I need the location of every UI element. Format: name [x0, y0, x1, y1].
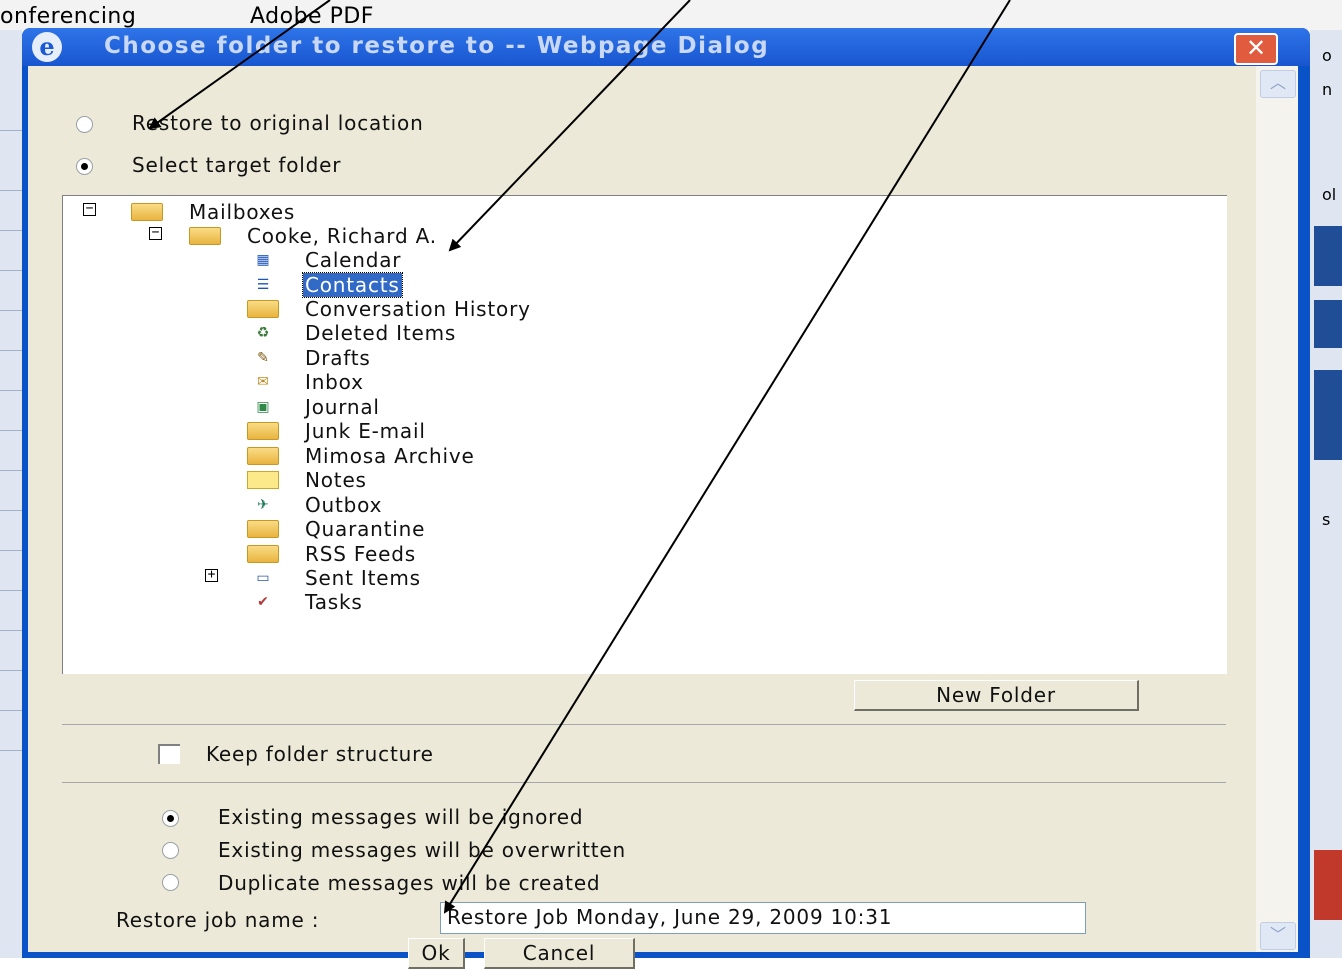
arrow-to-contacts — [448, 0, 691, 252]
annotation-arrows — [148, 0, 1011, 914]
arrow-to-select-target — [148, 0, 331, 130]
arrow-to-ok — [443, 0, 1011, 914]
